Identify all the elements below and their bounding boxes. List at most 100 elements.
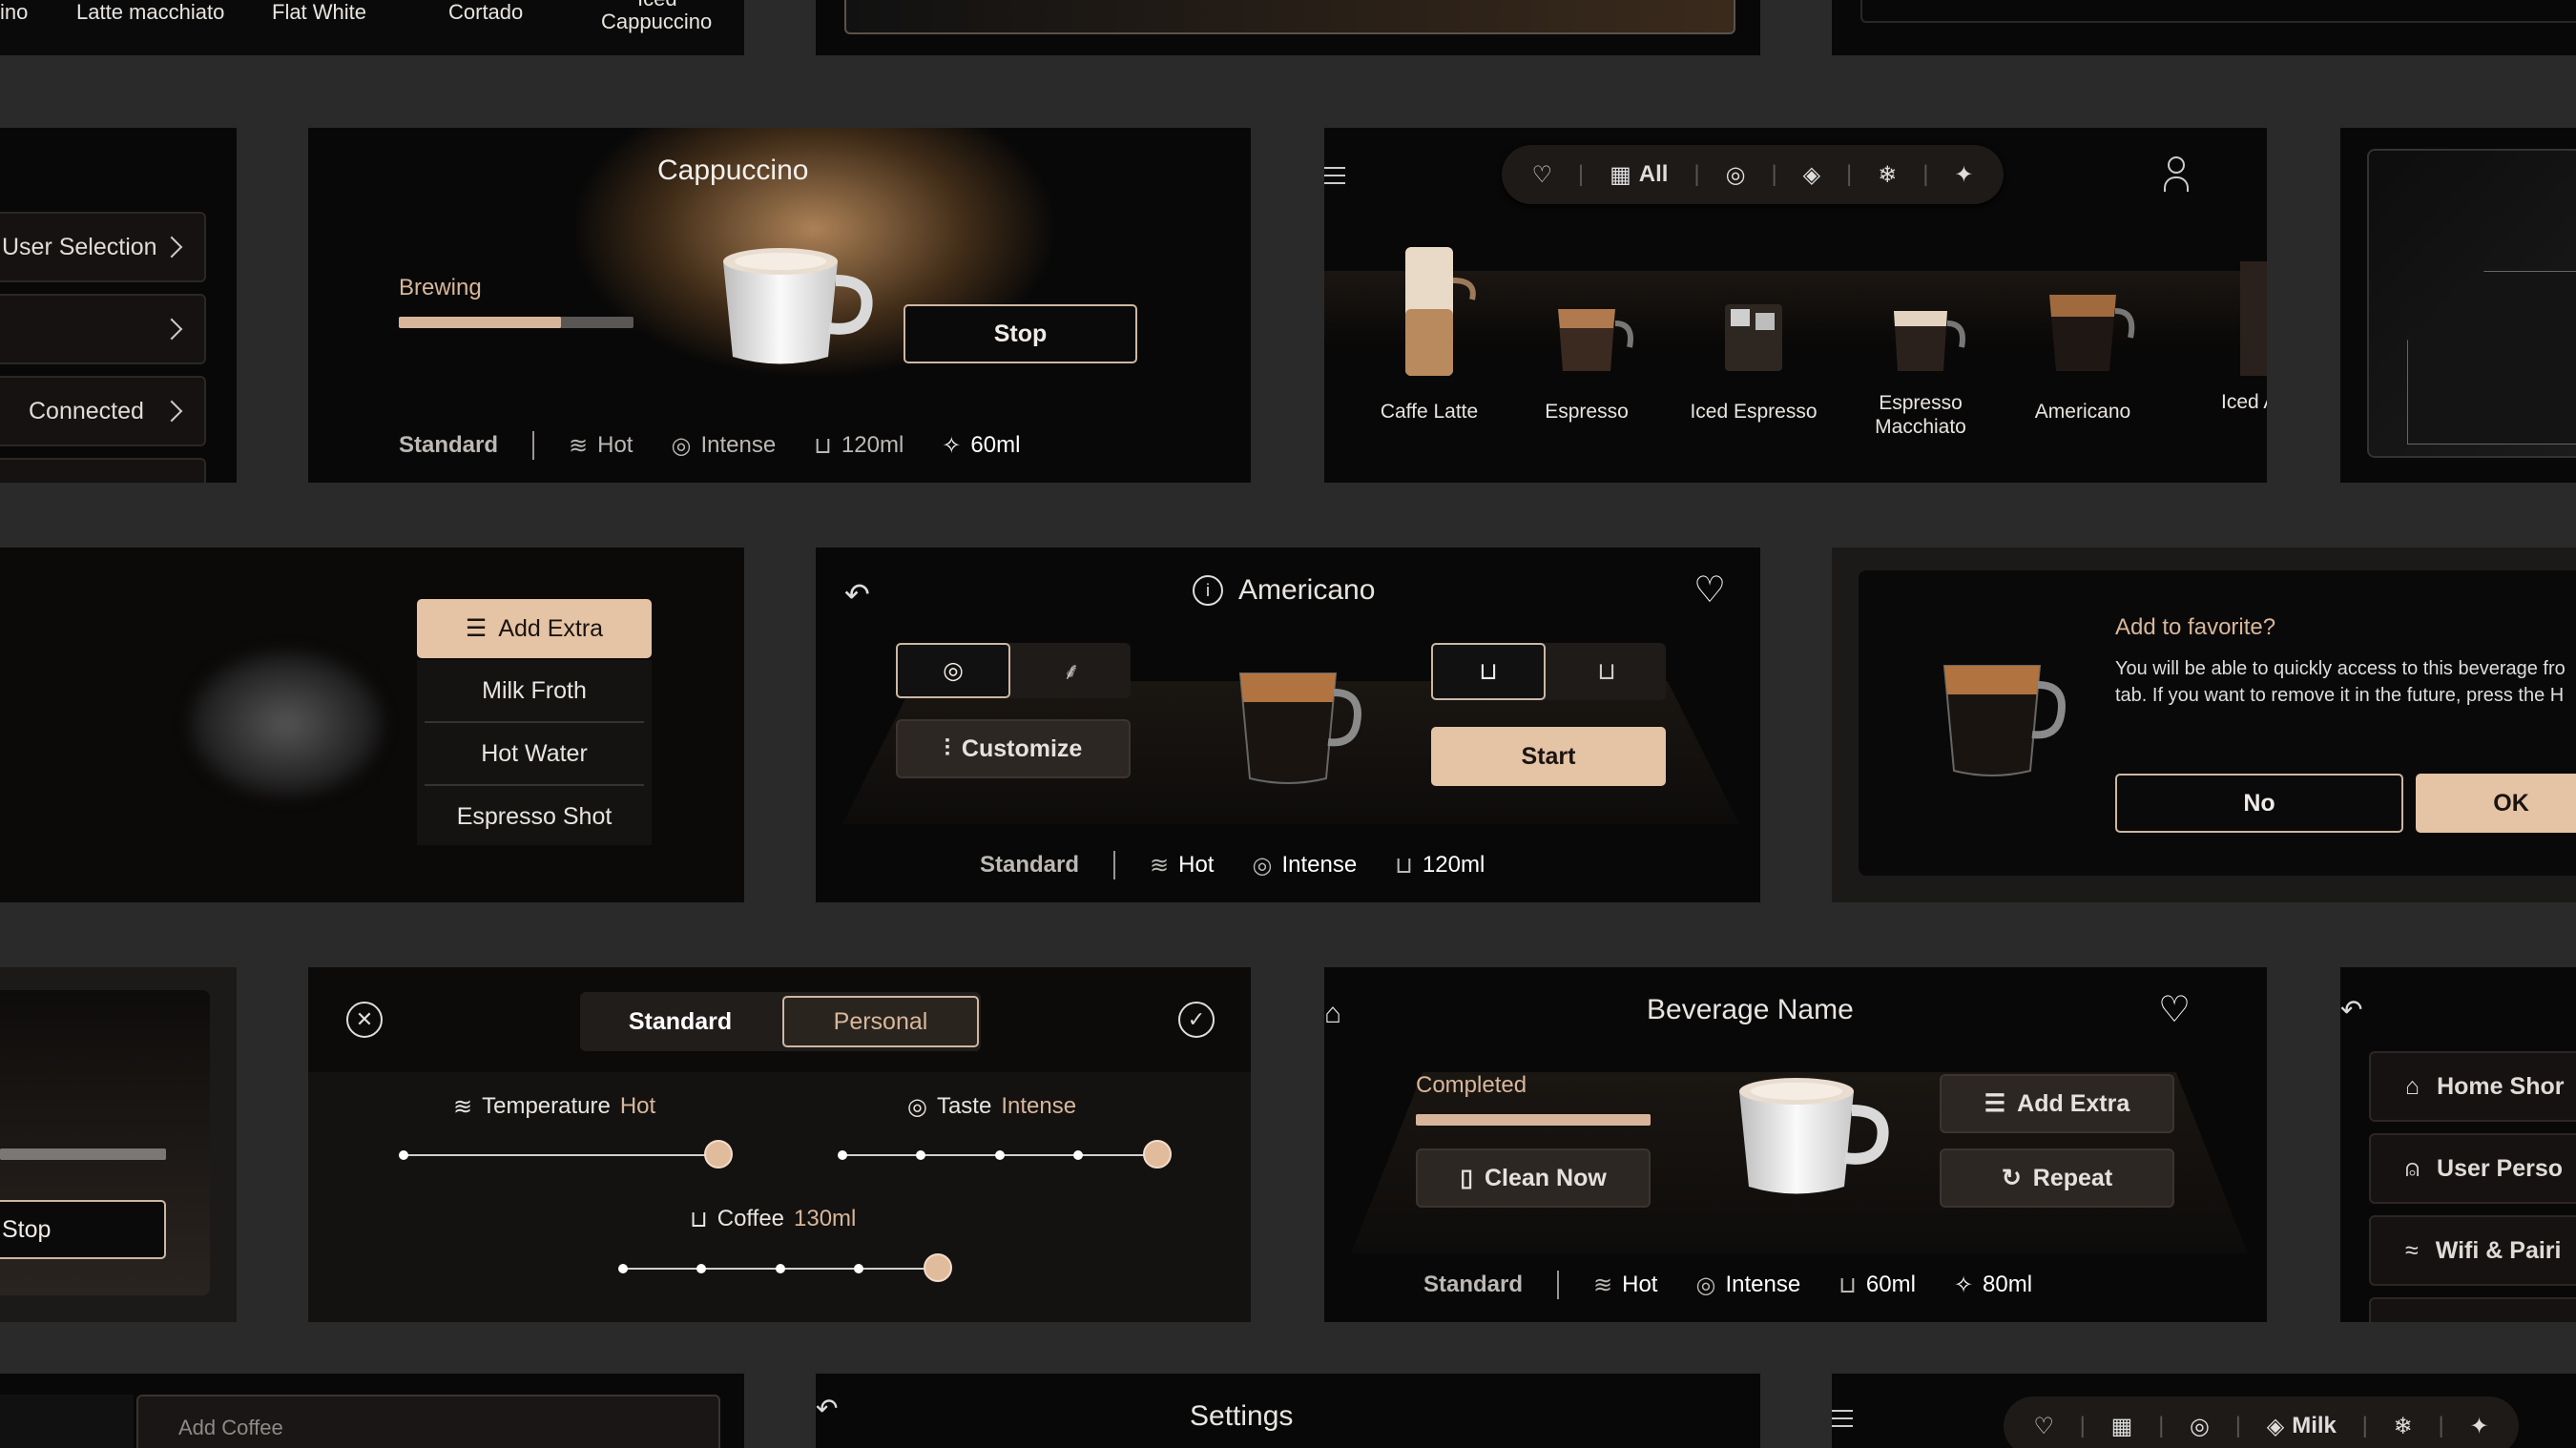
catalog-panel: ♡ | ▦ All | ◎ | ◈ | ❄ | ✦ Caffe Latte Espresso… [1324, 128, 2267, 483]
beverage-title: Americano [1238, 574, 1376, 606]
drink-item-espresso[interactable]: Espresso [1520, 242, 1653, 452]
add-extra-button[interactable]: ☰ Add Extra [1940, 1074, 2174, 1133]
filter-all[interactable]: ▦ All [1610, 161, 1668, 189]
beverage-title: Cappuccino [657, 155, 809, 186]
slider-stop [854, 1264, 863, 1273]
menu-icon[interactable] [1324, 164, 1345, 185]
tab-personal[interactable]: Personal [782, 996, 979, 1047]
milk-icon: ✧ [942, 432, 962, 459]
filter-milk[interactable]: ◈ Milk [2267, 1413, 2337, 1440]
tab-standard[interactable]: Standard [580, 992, 780, 1051]
wand-icon[interactable]: ✦ [2469, 1413, 2488, 1440]
americano-glass-icon [1942, 665, 2066, 776]
heart-icon[interactable]: ♡ [2033, 1413, 2054, 1440]
menu-item-wifi-pairing[interactable]: ≈ Wifi & Pairi [2369, 1215, 2576, 1286]
bean-icon: ◎ [907, 1094, 927, 1120]
completed-status: Completed [1416, 1072, 1527, 1098]
bean-type-toggle: ◎ ⸙ [896, 643, 1131, 698]
menu-icon[interactable] [1832, 1410, 1853, 1427]
settings-item-connected[interactable]: Connected [0, 376, 206, 446]
cup-small-option[interactable]: ⊔ [1431, 643, 1546, 700]
milk-icon[interactable]: ◈ [1803, 161, 1820, 189]
extra-item-espresso-shot[interactable]: Espresso Shot [417, 786, 652, 847]
temperature-slider-handle[interactable] [704, 1140, 733, 1169]
bean-icon[interactable]: ◎ [2190, 1413, 2210, 1440]
filter-bar: ♡ | ▦ | ◎ | ◈ Milk | ❄ | ✦ [2004, 1396, 2519, 1448]
favorite-heart-icon[interactable]: ♡ [1693, 569, 1726, 611]
drink-item-iced-americano[interactable]: Iced Am [2183, 242, 2267, 452]
cup-size-toggle: ⊔ ⊔ [1431, 643, 1666, 700]
coffee-slider-handle[interactable] [924, 1253, 952, 1282]
filter-bar: ♡ | ▦ All | ◎ | ◈ | ❄ | ✦ [1502, 145, 2004, 204]
beans-option[interactable]: ◎ [896, 643, 1010, 698]
extra-item-milk-froth[interactable]: Milk Froth [425, 660, 644, 723]
drink-label[interactable]: Cortado [448, 0, 523, 25]
cup-large-option[interactable]: ⊔ [1548, 643, 1666, 700]
milk-icon: ◈ [2266, 1413, 2285, 1439]
clean-now-button[interactable]: ▯ Clean Now [1416, 1148, 1651, 1208]
temperature-slider[interactable] [404, 1154, 718, 1156]
drink-label[interactable]: Latte macchiato [76, 0, 224, 25]
heat-icon: ≋ [569, 432, 589, 459]
taste-slider-handle[interactable] [1143, 1140, 1172, 1169]
info-icon[interactable]: i [1193, 575, 1223, 606]
top-panel-right [1832, 0, 2576, 55]
catalog-milk-panel: ♡ | ▦ | ◎ | ◈ Milk | ❄ | ✦ [1832, 1374, 2576, 1448]
stop-button[interactable]: Stop [0, 1200, 166, 1259]
ok-button[interactable]: OK [2416, 774, 2576, 833]
add-extra-button[interactable]: ☰ Add Extra [417, 599, 652, 658]
drink-label[interactable]: Cappuccino [601, 10, 712, 34]
back-icon[interactable]: ↶ [844, 576, 870, 612]
settings-menu-panel: ↶ ⌂ Home Shor ⍝ User Perso ≈ Wifi & Pairi [2340, 967, 2576, 1322]
add-coffee-panel: Add Coffee [0, 1374, 744, 1448]
start-button[interactable]: Start [1431, 727, 1666, 786]
heart-icon[interactable]: ♡ [1531, 161, 1552, 189]
settings-item-partial[interactable] [0, 458, 206, 483]
menu-item-partial[interactable] [2369, 1297, 2576, 1322]
drink-label: Iced Am [2221, 391, 2267, 413]
favorite-heart-icon[interactable]: ♡ [2158, 988, 2191, 1031]
back-icon[interactable]: ↶ [2340, 994, 2362, 1025]
mode-tabs: Standard Personal [580, 992, 981, 1051]
customize-button[interactable]: ⫶ Customize [896, 719, 1131, 778]
no-button[interactable]: No [2115, 774, 2403, 833]
heat-icon: ≋ [453, 1094, 473, 1120]
americano-glass-icon [2049, 295, 2135, 371]
settings-panel: ↶ Settings [816, 1374, 1760, 1448]
close-icon[interactable]: ✕ [346, 1002, 383, 1038]
menu-item-home-shortcuts[interactable]: ⌂ Home Shor [2369, 1051, 2576, 1122]
slider-stop [618, 1264, 628, 1273]
iced-glass-icon [1725, 304, 1782, 371]
menu-item-user-personal[interactable]: ⍝ User Perso [2369, 1133, 2576, 1204]
ground-option[interactable]: ⸙ [1012, 643, 1131, 698]
confirm-icon[interactable]: ✓ [1178, 1002, 1215, 1038]
wand-icon[interactable]: ✦ [1954, 161, 1973, 189]
drink-item-americano[interactable]: Americano [2016, 242, 2150, 452]
drink-label: Iced Espresso [1690, 401, 1818, 423]
iced-icon[interactable]: ❄ [1878, 161, 1897, 189]
machine-icon[interactable]: ▦ [2111, 1413, 2133, 1440]
progress-frame [844, 0, 1735, 34]
americano-panel: ↶ i Americano ♡ ◎ ⸙ ⫶ Customize ⊔ ⊔ Start… [816, 548, 1760, 902]
settings-item-blank[interactable] [0, 294, 206, 364]
cappuccino-cup-icon [723, 248, 873, 364]
settings-item-user-selection[interactable]: User Selection [0, 212, 206, 282]
add-coffee-field[interactable]: Add Coffee [136, 1395, 720, 1448]
bean-icon[interactable]: ◎ [1726, 161, 1746, 189]
taste-label-group: ◎ Taste Intense [907, 1093, 1077, 1120]
stop-button[interactable]: Stop [904, 304, 1137, 363]
extra-item-hot-water[interactable]: Hot Water [425, 723, 644, 786]
drink-item-espresso-macchiato[interactable]: Espresso Macchiato [1854, 242, 1987, 452]
sliders-icon: ⫶ [944, 734, 950, 762]
repeat-button[interactable]: ↻ Repeat [1940, 1148, 2174, 1208]
drink-label[interactable]: Flat White [272, 0, 366, 25]
drink-item-caffe-latte[interactable]: Caffe Latte [1362, 242, 1496, 452]
brewing-panel: Cappuccino Brewing Stop Standard ≋ Hot ◎ I… [308, 128, 1251, 483]
back-icon[interactable]: ↶ [816, 1393, 838, 1424]
drink-item-iced-espresso[interactable]: Iced Espresso [1677, 242, 1830, 452]
home-icon[interactable]: ⌂ [1324, 998, 1341, 1030]
user-icon[interactable] [2164, 156, 2189, 192]
iced-icon[interactable]: ❄ [2394, 1413, 2413, 1440]
drink-label: Espresso Macchiato [1875, 392, 1966, 438]
drink-label[interactable]: ino [0, 0, 28, 25]
